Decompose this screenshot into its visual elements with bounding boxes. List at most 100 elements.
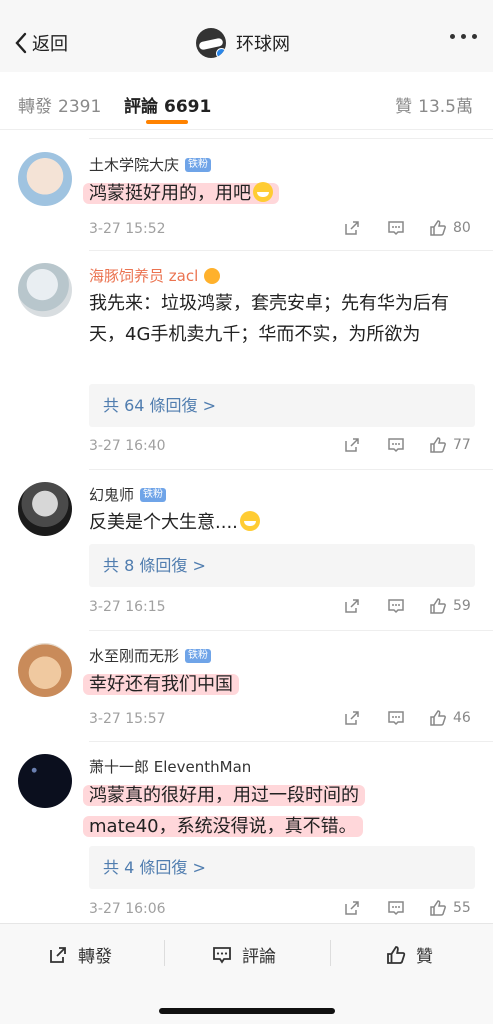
tab-bar: 轉發 2391 評論 6691 贊 13.5萬 (0, 72, 493, 130)
like-count: 55 (453, 900, 471, 916)
comment-icon (388, 901, 404, 916)
back-button[interactable]: 返回 (14, 30, 68, 56)
comment-time: 3-27 15:57 (89, 711, 166, 727)
comment-text-content: 反美是个大生意.... (89, 512, 238, 533)
like-button[interactable]: 59 (429, 597, 471, 615)
share-button[interactable] (343, 219, 361, 237)
like-count: 77 (453, 437, 471, 453)
more-icon[interactable] (450, 34, 477, 39)
replies-link[interactable]: 共 64 條回復 > (89, 384, 475, 427)
comment-meta: 3-27 15:57 46 (89, 709, 475, 731)
tab-comment-label: 評論 (124, 97, 158, 117)
like-count: 59 (453, 598, 471, 614)
comment-button[interactable] (387, 219, 405, 237)
nav-title[interactable]: 环球网 (196, 28, 290, 58)
like-label: 贊 (416, 947, 433, 967)
like-count: 46 (453, 710, 471, 726)
avatar[interactable] (18, 152, 72, 206)
comment-button[interactable] (387, 899, 405, 917)
comment-icon (388, 711, 404, 726)
comment-meta: 3-27 15:52 80 (89, 219, 475, 241)
tab-like-count: 13.5萬 (418, 97, 473, 117)
comment-meta: 3-27 16:06 55 (89, 899, 475, 921)
home-indicator[interactable] (159, 1008, 335, 1014)
like-button[interactable]: 55 (429, 899, 471, 917)
tab-like[interactable]: 贊 13.5萬 (395, 92, 473, 117)
tab-repost-count: 2391 (58, 97, 102, 117)
share-button[interactable] (343, 436, 361, 454)
share-icon (345, 901, 359, 915)
separator (330, 940, 331, 966)
avatar[interactable] (18, 754, 72, 808)
username-text: 海豚饲养员 zacl (89, 267, 199, 285)
like-button[interactable]: 80 (429, 219, 471, 237)
highlighted-text: mate40，系统没得说，真不错。 (83, 816, 363, 837)
username-text: 萧十一郎 EleventhMan (89, 758, 252, 776)
avatar[interactable] (18, 643, 72, 697)
thumbs-up-icon (430, 437, 446, 453)
comment-text-content: 鸿蒙挺好用的，用吧 (89, 183, 251, 204)
comment-text: 我先来：垃圾鸿蒙，套壳安卓；先有华为后有天，4G手机卖九千；华而不实，为所欲为 (89, 293, 449, 345)
grinning-emoji-icon (253, 182, 273, 202)
share-button[interactable] (343, 899, 361, 917)
active-tab-indicator (146, 120, 188, 124)
comment-label: 評論 (242, 947, 276, 967)
comment-text: 鸿蒙挺好用的，用吧 (83, 178, 474, 209)
share-icon (345, 221, 359, 235)
comment-button[interactable] (387, 709, 405, 727)
tab-repost[interactable]: 轉發 2391 (18, 92, 101, 117)
repost-label: 轉發 (78, 947, 112, 967)
tab-repost-label: 轉發 (18, 97, 52, 117)
like-button[interactable]: 贊 (386, 942, 433, 967)
separator (164, 940, 165, 966)
share-icon (345, 711, 359, 725)
tab-like-label: 贊 (395, 97, 413, 117)
account-avatar[interactable] (196, 28, 226, 58)
comment-username[interactable]: 水至刚而无形 铁粉 (89, 645, 212, 666)
verified-icon (216, 48, 226, 58)
back-label: 返回 (32, 34, 68, 55)
top-nav: 返回 环球网 (0, 0, 493, 72)
comment-icon (388, 221, 404, 236)
username-text: 水至刚而无形 (89, 647, 180, 665)
repost-button[interactable]: 轉發 (48, 942, 112, 967)
share-icon (50, 946, 66, 963)
comment-time: 3-27 15:52 (89, 221, 166, 237)
comment-username[interactable]: 土木学院大庆 铁粉 (89, 154, 212, 175)
comment-username[interactable]: 幻鬼师 铁粉 (89, 484, 167, 505)
thumbs-up-icon (430, 900, 446, 916)
comment-username[interactable]: 海豚饲养员 zacl (89, 265, 221, 286)
comment-text: 鸿蒙真的很好用，用过一段时间的 mate40，系统没得说，真不错。 (83, 780, 474, 842)
like-button[interactable]: 77 (429, 436, 471, 454)
comment-meta: 3-27 16:15 59 (89, 597, 475, 619)
thumbs-up-icon (430, 598, 446, 614)
comment-icon (213, 946, 231, 964)
comment-button[interactable] (387, 436, 405, 454)
thumbs-up-icon (430, 220, 446, 236)
thumbs-up-icon (387, 945, 406, 964)
tab-comment-count: 6691 (164, 97, 212, 117)
comment-button[interactable]: 評論 (212, 942, 276, 967)
comment-text: 反美是个大生意.... (89, 507, 474, 538)
replies-link[interactable]: 共 8 條回復 > (89, 544, 475, 587)
fan-badge: 铁粉 (185, 157, 212, 172)
avatar[interactable] (18, 482, 72, 536)
tab-comment[interactable]: 評論 6691 (124, 92, 211, 117)
fan-badge: 铁粉 (185, 648, 212, 663)
replies-link[interactable]: 共 4 條回復 > (89, 846, 475, 889)
comment-time: 3-27 16:06 (89, 901, 166, 917)
like-count: 80 (453, 220, 471, 236)
share-button[interactable] (343, 597, 361, 615)
comment-button[interactable] (387, 597, 405, 615)
share-icon (345, 438, 359, 452)
avatar[interactable] (18, 263, 72, 317)
comment-text: 幸好还有我们中国 (83, 669, 474, 700)
share-icon (345, 599, 359, 613)
comment-icon (388, 599, 404, 614)
like-button[interactable]: 46 (429, 709, 471, 727)
divider (89, 250, 493, 251)
comment-username[interactable]: 萧十一郎 EleventhMan (89, 756, 251, 777)
share-button[interactable] (343, 709, 361, 727)
highlighted-text: 幸好还有我们中国 (83, 674, 239, 695)
comment-icon (388, 438, 404, 453)
